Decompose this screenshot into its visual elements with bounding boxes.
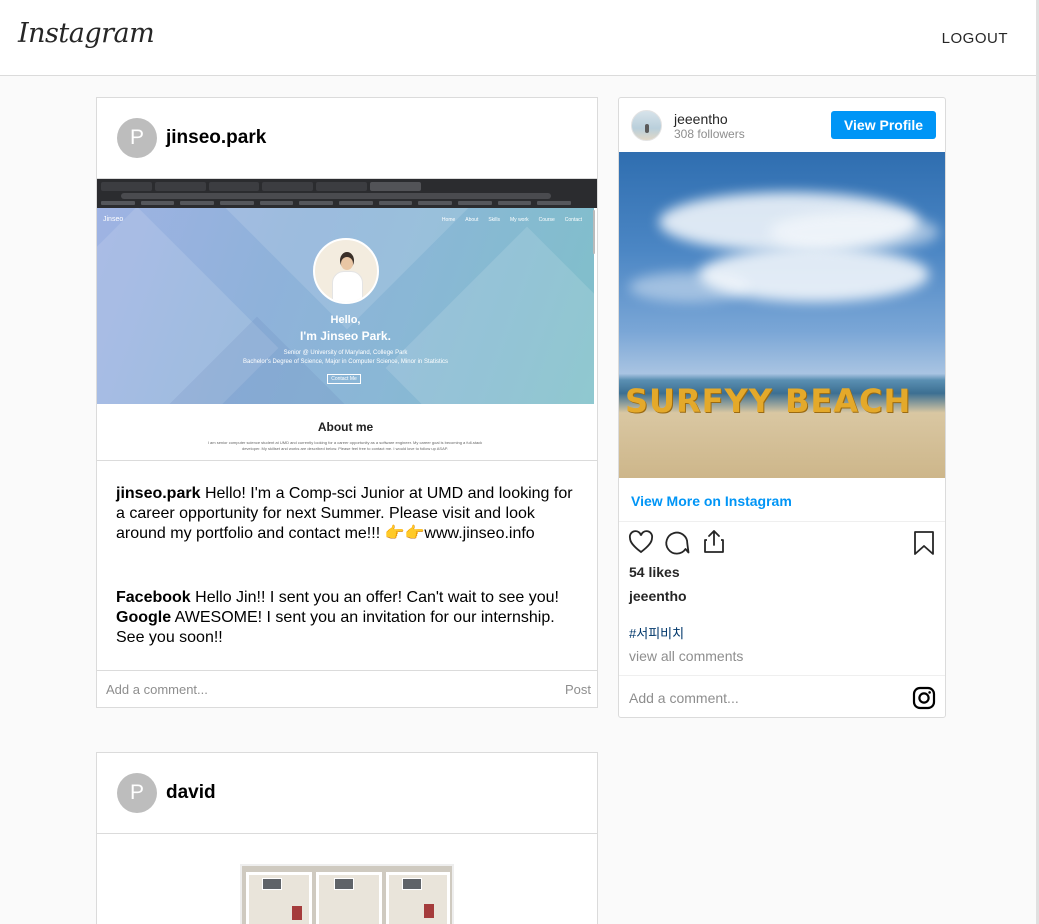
- embed-username[interactable]: jeeentho: [674, 111, 728, 127]
- post-header: P david: [97, 753, 597, 834]
- avatar[interactable]: P: [117, 773, 157, 813]
- beach-sign-text: SURFYY BEACH: [625, 382, 912, 420]
- floor-plan-image: [240, 864, 454, 924]
- instagram-icon[interactable]: [912, 686, 936, 710]
- bookmark-icon[interactable]: [913, 530, 935, 556]
- hero-name: I'm Jinseo Park.: [300, 329, 391, 343]
- caption-username[interactable]: jinseo.park: [116, 485, 200, 502]
- portfolio-nav: Home About Skills My work Course Contact: [442, 217, 582, 223]
- post-comment-button[interactable]: Post: [565, 682, 591, 697]
- embed-photo[interactable]: SURFYY BEACH: [619, 152, 945, 478]
- profile-photo: [313, 238, 379, 304]
- contact-me-button: Contact Me: [327, 374, 361, 384]
- hero-greeting: Hello,: [330, 314, 361, 326]
- divider: [619, 675, 945, 676]
- view-more-link[interactable]: View More on Instagram: [631, 493, 792, 509]
- post-image[interactable]: [97, 834, 597, 924]
- about-text: I am senior computer science student at …: [207, 440, 483, 451]
- hero-degree: Bachelor's Degree of Science, Major in C…: [243, 359, 448, 365]
- portfolio-nav-item: Skills: [488, 217, 501, 223]
- comment-icon[interactable]: [664, 530, 690, 555]
- post-username[interactable]: david: [166, 782, 216, 804]
- comment-list: Facebook Hello Jin!! I sent you an offer…: [116, 588, 578, 648]
- view-profile-button[interactable]: View Profile: [831, 111, 936, 139]
- portfolio-hero: Jinseo Home About Skills My work Course …: [97, 208, 594, 404]
- divider: [619, 521, 945, 522]
- post-caption: jinseo.park Hello! I'm a Comp-sci Junior…: [97, 461, 597, 671]
- portfolio-nav-item: Contact: [564, 217, 582, 223]
- screenshot-scrollbar: [593, 210, 595, 254]
- instagram-embed: jeeentho 308 followers View Profile SURF…: [618, 97, 946, 718]
- comment-username[interactable]: Google: [116, 609, 171, 626]
- instagram-logo[interactable]: Instagram: [18, 18, 155, 49]
- comment-form: Add a comment... Post: [97, 671, 597, 707]
- caption-username[interactable]: jeeentho: [629, 588, 687, 604]
- comment-text: AWESOME! I sent you an invitation for ou…: [116, 609, 555, 646]
- portfolio-nav-item: About: [465, 217, 479, 223]
- post-card: P david: [96, 752, 598, 924]
- portfolio-brand: Jinseo: [103, 216, 124, 223]
- portfolio-nav-item: Course: [538, 217, 555, 223]
- share-icon[interactable]: [702, 528, 726, 554]
- caption-line: jinseo.park Hello! I'm a Comp-sci Junior…: [116, 484, 578, 544]
- comment-item: Google AWESOME! I sent you an invitation…: [116, 608, 578, 648]
- comment-text: Hello Jin!! I sent you an offer! Can't w…: [195, 589, 559, 606]
- heart-icon[interactable]: [628, 530, 654, 554]
- comment-username[interactable]: Facebook: [116, 589, 191, 606]
- embed-followers: 308 followers: [674, 127, 745, 141]
- likes-count[interactable]: 54 likes: [629, 564, 680, 580]
- embed-avatar[interactable]: [631, 110, 662, 141]
- about-title: About me: [317, 420, 374, 434]
- avatar[interactable]: P: [117, 118, 157, 158]
- logout-button[interactable]: LOGOUT: [942, 30, 1008, 47]
- comment-item: Facebook Hello Jin!! I sent you an offer…: [116, 588, 578, 608]
- top-header: Instagram LOGOUT: [0, 0, 1036, 76]
- portfolio-nav-item: Home: [441, 217, 456, 223]
- embed-comment-input[interactable]: Add a comment...: [629, 690, 739, 706]
- hashtag-link[interactable]: #서피비치: [629, 623, 684, 642]
- hero-subtitle: Senior @ University of Maryland, College…: [283, 350, 408, 356]
- portfolio-nav-item: My work: [510, 217, 529, 223]
- post-image[interactable]: Jinseo Home About Skills My work Course …: [97, 179, 597, 461]
- view-all-comments-link[interactable]: view all comments: [629, 648, 743, 664]
- comment-input[interactable]: Add a comment...: [106, 682, 208, 697]
- post-header: P jinseo.park: [97, 98, 597, 179]
- post-card: P jinseo.park Jinseo Home About Skills M…: [96, 97, 598, 708]
- browser-chrome: [97, 179, 597, 208]
- post-username[interactable]: jinseo.park: [166, 127, 266, 149]
